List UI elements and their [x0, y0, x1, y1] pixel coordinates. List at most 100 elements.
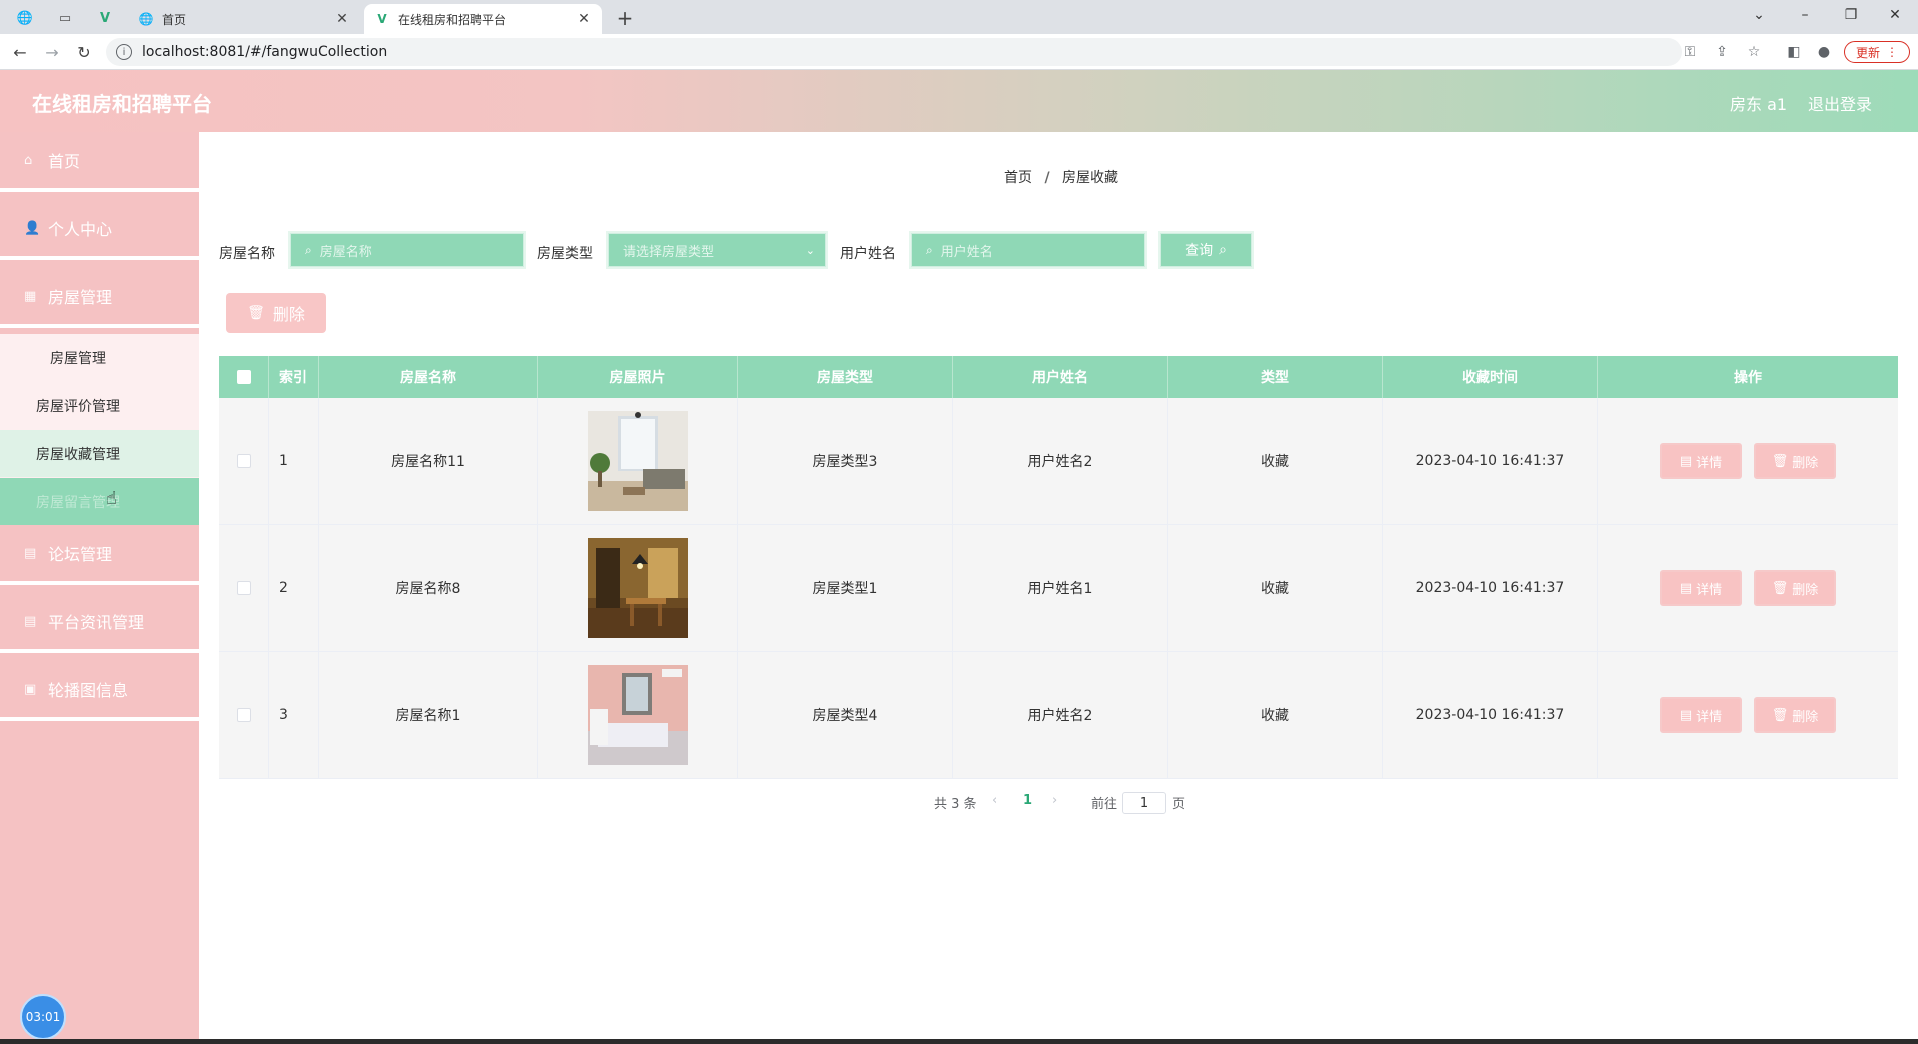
column-header: 类型 [1168, 356, 1383, 398]
table-row: 3 房屋名称1 房屋类型4 用户姓名2 收藏 2023-04-10 16:41:… [219, 652, 1898, 779]
goto-suffix: 页 [1172, 797, 1186, 812]
user-name-label: 用户姓名 [840, 246, 896, 262]
select-all-cell [219, 356, 269, 398]
trash-icon: 🗑 [1771, 707, 1789, 723]
cell-index: 3 [269, 652, 319, 778]
cell-user-name: 用户姓名1 [953, 525, 1168, 651]
house-icon: ▦ [24, 288, 37, 304]
delete-button[interactable]: 🗑 删除 [1754, 443, 1836, 479]
pinned-tab-globe-icon[interactable]: 🌐 [12, 5, 38, 31]
next-page-icon[interactable]: › [1052, 793, 1057, 808]
submenu-item-house[interactable]: 房屋管理 [0, 334, 199, 381]
cell-house-type: 房屋类型3 [738, 398, 953, 524]
submenu-item-review[interactable]: 房屋评价管理 [0, 382, 199, 429]
delete-button[interactable]: 🗑 删除 [1754, 697, 1836, 733]
sidebar-item-profile[interactable]: 👤 个人中心 [0, 200, 199, 260]
share-icon[interactable]: ⇪ [1712, 42, 1732, 62]
submenu-item-label: 房屋管理 [50, 350, 106, 367]
sidebar-item-home[interactable]: ⌂ 首页 [0, 132, 199, 192]
reload-icon[interactable]: ↻ [72, 40, 96, 64]
cell-house-photo [538, 398, 738, 524]
forward-icon[interactable]: → [40, 40, 64, 64]
sidebar-item-house-management[interactable]: ▦ 房屋管理 [0, 268, 199, 328]
url-field[interactable]: i localhost:8081/#/fangwuCollection [106, 38, 1682, 66]
trash-icon: 🗑 [1771, 580, 1789, 596]
search-icon: ⌕ [1219, 242, 1227, 258]
site-info-icon[interactable]: i [116, 44, 132, 60]
row-select-cell [219, 652, 269, 778]
house-photo-bedroom [587, 665, 688, 765]
row-checkbox[interactable] [236, 454, 251, 468]
clock-badge: 03:01 [20, 994, 66, 1040]
key-icon[interactable]: ⚿ [1680, 42, 1700, 62]
table-row: 1 房屋名称11 房屋类型3 用户姓名2 收藏 2023-04-10 16:41… [219, 398, 1898, 525]
bulk-delete-button[interactable]: 🗑 删除 [226, 293, 326, 333]
table-row: 2 房屋名称8 房屋类型1 用户姓名1 收藏 2023-04-10 16:41:… [219, 525, 1898, 652]
column-header: 房屋类型 [738, 356, 953, 398]
column-header: 房屋名称 [319, 356, 538, 398]
new-tab-button[interactable]: + [612, 5, 638, 31]
profile-icon[interactable]: ● [1814, 42, 1834, 62]
restore-button[interactable]: ❐ [1828, 0, 1874, 30]
submenu-item-label: 房屋收藏管理 [36, 446, 120, 463]
query-button[interactable]: 查询 ⌕ [1160, 233, 1252, 267]
document-icon: ▤ [1679, 453, 1693, 469]
sidebar-item-forum[interactable]: ▤ 论坛管理 [0, 525, 199, 585]
submenu-item-collection[interactable]: 房屋收藏管理 [0, 430, 199, 477]
window-close-button[interactable]: ✕ [1872, 0, 1918, 30]
row-checkbox[interactable] [236, 581, 251, 595]
select-all-checkbox[interactable] [236, 370, 251, 384]
house-type-select[interactable]: 请选择房屋类型 ⌄ [608, 233, 826, 267]
delete-label: 删除 [1792, 455, 1819, 471]
house-name-input[interactable]: ⌕ 房屋名称 [290, 233, 524, 267]
browser-tab-app[interactable]: V 在线租房和招聘平台 ✕ [364, 4, 602, 34]
detail-button[interactable]: ▤ 详情 [1660, 570, 1742, 606]
delete-label: 删除 [1792, 709, 1819, 725]
logout-link[interactable]: 退出登录 [1808, 91, 1872, 115]
detail-button[interactable]: ▤ 详情 [1660, 697, 1742, 733]
cell-house-name: 房屋名称11 [319, 398, 538, 524]
bulk-delete-label: 删除 [272, 305, 305, 324]
vue-icon: V [377, 12, 387, 26]
browser-tab-home[interactable]: 🌐 首页 ✕ [128, 4, 360, 34]
cell-collect-time: 2023-04-10 16:41:37 [1383, 652, 1598, 778]
row-checkbox[interactable] [236, 708, 251, 722]
back-icon[interactable]: ← [8, 40, 32, 64]
sidebar-item-label: 房屋管理 [48, 288, 113, 307]
minimize-button[interactable]: – [1782, 0, 1828, 30]
sidebar-item-news[interactable]: ▤ 平台资讯管理 [0, 593, 199, 653]
update-button[interactable]: 更新 ⋮ [1844, 41, 1910, 63]
prev-page-icon[interactable]: ‹ [992, 793, 997, 808]
goto-page-input[interactable]: 1 [1122, 792, 1166, 814]
breadcrumb-home[interactable]: 首页 [1004, 170, 1032, 186]
close-tab-icon[interactable]: ✕ [576, 11, 592, 27]
house-photo-dining-room [587, 538, 688, 638]
detail-label: 详情 [1696, 455, 1723, 471]
sidebar-item-carousel[interactable]: ▣ 轮播图信息 [0, 661, 199, 721]
detail-button[interactable]: ▤ 详情 [1660, 443, 1742, 479]
cell-house-photo [538, 652, 738, 778]
column-header: 索引 [269, 356, 319, 398]
user-icon: 👤 [24, 220, 41, 236]
cell-house-name: 房屋名称1 [319, 652, 538, 778]
bookmark-star-icon[interactable]: ☆ [1744, 42, 1764, 62]
row-select-cell [219, 398, 269, 524]
column-header: 操作 [1734, 370, 1762, 386]
delete-button[interactable]: 🗑 删除 [1754, 570, 1836, 606]
pinned-tab-blank-icon[interactable]: ▭ [52, 5, 78, 31]
cell-house-photo [538, 525, 738, 651]
browser-tab-title: 首页 [162, 12, 187, 27]
address-bar: ← → ↻ i localhost:8081/#/fangwuCollectio… [0, 34, 1918, 70]
pointer-cursor-icon: ☝ [106, 488, 117, 509]
side-panel-icon[interactable]: ◧ [1784, 42, 1804, 62]
breadcrumb-current: 房屋收藏 [1062, 170, 1119, 186]
user-name-input[interactable]: ⌕ 用户姓名 [911, 233, 1145, 267]
close-tab-icon[interactable]: ✕ [334, 11, 350, 27]
tab-search-icon[interactable]: ⌄ [1736, 0, 1782, 30]
pinned-tab-vue-icon[interactable]: V [92, 5, 118, 31]
submenu-item-message[interactable]: 房屋留言管理 [0, 478, 199, 525]
breadcrumb: 首页 / 房屋收藏 [1004, 167, 1118, 187]
page-number-current[interactable]: 1 [1023, 793, 1032, 808]
forum-icon: ▤ [24, 545, 37, 561]
detail-label: 详情 [1696, 582, 1723, 598]
